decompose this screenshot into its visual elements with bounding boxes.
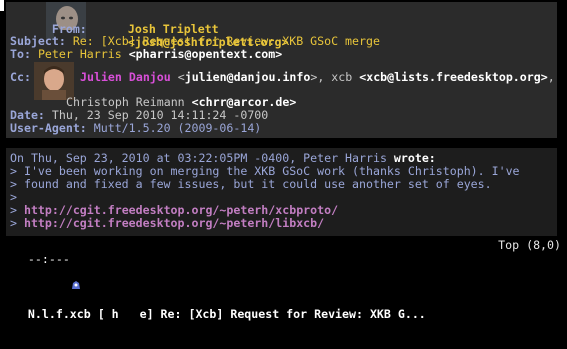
attribution-text: On Thu, Sep 23, 2010 at 03:22:05PM -0400… <box>10 151 387 165</box>
mode-line-flags: --:--- <box>27 252 70 266</box>
to-line: To: Peter Harris <pharris@opentext.com> <box>10 48 282 61</box>
cc-email-2[interactable]: <xcb@lists.freedesktop.org> <box>359 70 547 84</box>
quote-marker: > <box>10 216 17 230</box>
cc-separator: , <box>547 70 555 84</box>
attribution-wrote: wrote: <box>393 151 436 165</box>
quote-line: > found and fixed a few issues, but it c… <box>10 177 492 191</box>
buffer-name: N.l.f.xcb [ h e] Re: [Xcb] Request for R… <box>27 307 426 321</box>
message-body: On Thu, Sep 23, 2010 at 03:22:05PM -0400… <box>6 148 557 236</box>
cc-label: Cc: <box>10 70 31 84</box>
cc-email1-close: >, xcb <box>310 70 360 84</box>
mode-line: --:--- N.l.f.xcb [ h e] Re: [Xcb] Reques… <box>0 238 567 321</box>
cc-email1-open: < <box>177 70 185 84</box>
subject-value: Re: [Xcb] Request for Review: XKB GSoC m… <box>72 34 380 48</box>
user-agent-value: Mutt/1.5.20 (2009-06-14) <box>93 121 262 135</box>
terminal-window: From: Josh Triplett <josh@joshtriplett.o… <box>0 0 567 321</box>
url-xcbproto[interactable]: http://cgit.freedesktop.org/~peterh/xcbp… <box>24 203 338 217</box>
url-line-2: > http://cgit.freedesktop.org/~peterh/li… <box>10 217 324 230</box>
cc-label-line: Cc: <box>10 71 31 84</box>
cc-name-1: Julien Danjou <box>80 70 171 84</box>
cc-line-1: Julien Danjou <julien@danjou.info>, xcb … <box>80 71 555 84</box>
quote-marker: > <box>10 203 17 217</box>
emacs-gnu-icon <box>28 266 80 289</box>
date-value: Thu, 23 Sep 2010 14:11:24 -0700 <box>51 108 269 122</box>
buffer-position: Top (8,0) <box>498 238 561 252</box>
to-label: To: <box>10 47 31 61</box>
cc-name-2: Christoph Reimann <box>66 95 185 109</box>
message-header-block: From: Josh Triplett <josh@joshtriplett.o… <box>6 2 557 138</box>
user-agent-line: User-Agent: Mutt/1.5.20 (2009-06-14) <box>10 122 261 135</box>
text-cursor <box>0 0 4 11</box>
subject-label: Subject: <box>10 34 66 48</box>
user-agent-label: User-Agent: <box>10 121 87 135</box>
cc-email-3[interactable]: <chrr@arcor.de> <box>192 95 297 109</box>
to-name: Peter Harris <box>37 47 122 61</box>
date-label: Date: <box>10 108 45 122</box>
url-libxcb[interactable]: http://cgit.freedesktop.org/~peterh/libx… <box>24 216 324 230</box>
cc-email-1[interactable]: julien@danjou.info <box>185 70 311 84</box>
to-email[interactable]: <pharris@opentext.com> <box>129 47 283 61</box>
